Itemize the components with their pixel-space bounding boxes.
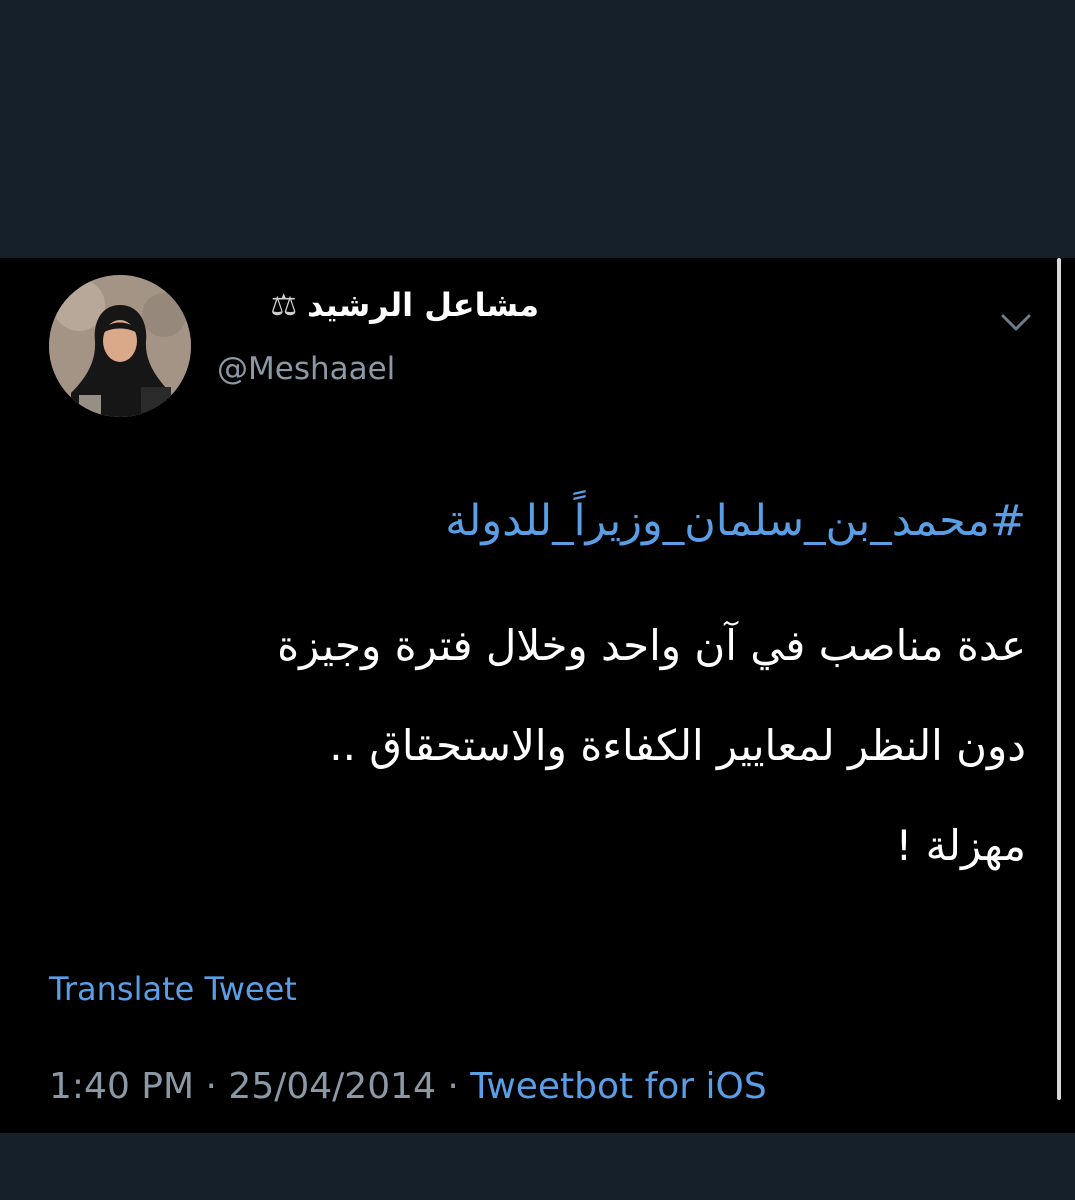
tweet-metadata: 1:40 PM · 25/04/2014 · Tweetbot for iOS [49,1066,767,1107]
tweet-time: 1:40 PM [49,1066,195,1107]
tweet-source-link[interactable]: Tweetbot for iOS [470,1066,766,1107]
user-handle[interactable]: @Meshaael [217,351,395,387]
display-name[interactable]: مشاعل الرشيد ⚖ [270,286,539,324]
translate-tweet-link[interactable]: Translate Tweet [49,970,297,1008]
tweet-text-line: مهزلة ! [895,821,1026,870]
meta-separator: · [447,1066,459,1107]
scrollbar[interactable] [1057,258,1061,1100]
display-name-text: مشاعل الرشيد [307,286,539,324]
chevron-down-icon[interactable] [998,308,1034,336]
tweet-text: عدة مناصب في آن واحد وخلال فترة وجيزة دو… [46,596,1026,896]
hashtag-link[interactable]: #محمد_بن_سلمان_وزيراً_للدولة [445,496,1026,546]
scales-icon: ⚖ [270,287,298,323]
tweet-text-line: عدة مناصب في آن واحد وخلال فترة وجيزة [277,621,1026,670]
top-background [0,0,1075,258]
bottom-background [0,1133,1075,1200]
meta-separator: · [205,1066,217,1107]
tweet-date: 25/04/2014 [228,1066,436,1107]
tweet-card: مشاعل الرشيد ⚖ @Meshaael #محمد_بن_سلمان_… [0,258,1075,1133]
tweet-text-line: دون النظر لمعايير الكفاءة والاستحقاق .. [329,721,1026,770]
avatar[interactable] [49,275,191,417]
